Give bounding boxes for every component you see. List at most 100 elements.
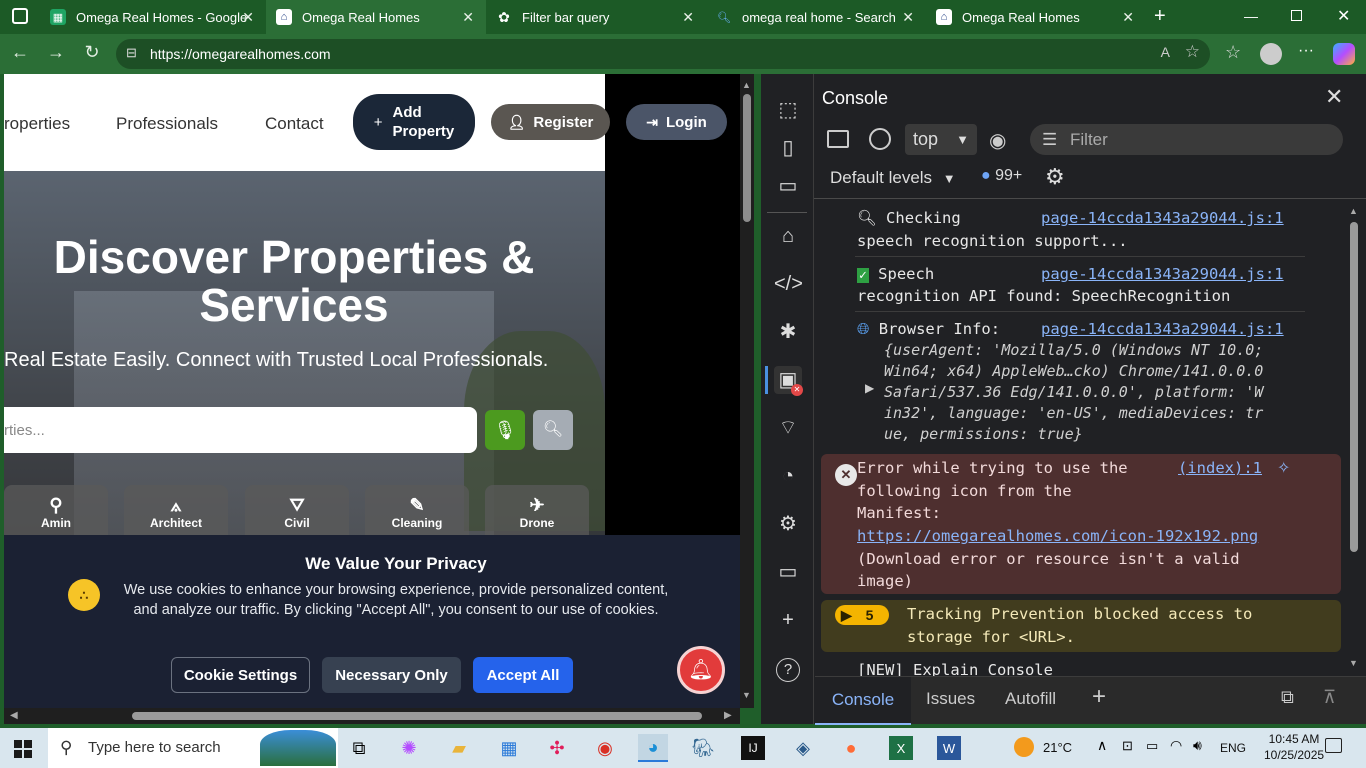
network-wifi-icon[interactable]: ⌔ bbox=[774, 414, 802, 442]
favorites-icon[interactable]: ☆ bbox=[1225, 42, 1241, 63]
nav-professionals[interactable]: Professionals bbox=[116, 114, 218, 134]
postman-icon[interactable]: ● bbox=[836, 734, 866, 762]
clear-console-icon[interactable] bbox=[869, 128, 891, 150]
help-icon[interactable]: ? bbox=[776, 658, 800, 682]
close-tab-icon[interactable]: ✕ bbox=[462, 9, 474, 26]
word-icon[interactable]: W bbox=[937, 736, 961, 760]
tray-chevron-icon[interactable]: ∧ bbox=[1097, 737, 1107, 754]
task-view-icon[interactable]: ⧉ bbox=[344, 734, 374, 762]
store-icon[interactable]: ▦ bbox=[494, 734, 524, 762]
drawer-tab-console[interactable]: Console bbox=[815, 677, 911, 725]
forward-icon[interactable]: → bbox=[42, 42, 70, 63]
dock-drawer-icon[interactable]: ⧉ bbox=[1281, 687, 1294, 708]
necessary-only-button[interactable]: Necessary Only bbox=[322, 657, 461, 693]
more-tools-icon[interactable]: + bbox=[774, 606, 802, 634]
profile-avatar[interactable] bbox=[1260, 43, 1282, 65]
log-source-link[interactable]: page-14ccda1343a29044.js:1 bbox=[1041, 263, 1284, 285]
windows-start-icon[interactable] bbox=[14, 740, 32, 758]
error-source-link[interactable]: (index):1 bbox=[1178, 457, 1262, 479]
h-scroll-thumb[interactable] bbox=[132, 712, 702, 720]
sidebar-toggle-icon[interactable] bbox=[827, 130, 849, 148]
console-scroll-thumb[interactable] bbox=[1350, 222, 1358, 552]
taskbar-search-box[interactable]: ⚲ Type here to search bbox=[48, 728, 338, 768]
postgres-icon[interactable]: 🐘︎ bbox=[688, 734, 718, 762]
register-button[interactable]: 👤︎ Register bbox=[491, 104, 610, 140]
log-source-link[interactable]: page-14ccda1343a29044.js:1 bbox=[1041, 318, 1284, 340]
copilot-icon[interactable] bbox=[1333, 43, 1355, 65]
scroll-down-arrow[interactable]: ▼ bbox=[742, 690, 751, 700]
copilot-explain-icon[interactable]: ✧ bbox=[1277, 458, 1290, 478]
panel-icon[interactable]: ▭ bbox=[774, 172, 802, 200]
scroll-thumb[interactable] bbox=[743, 94, 751, 222]
copilot-app-icon[interactable]: ✺ bbox=[394, 734, 424, 762]
collapse-drawer-icon[interactable]: ⊼ bbox=[1323, 687, 1336, 708]
browser-tab-active[interactable]: ⌂ Omega Real Homes ✕ bbox=[266, 0, 486, 34]
drawer-tab-autofill[interactable]: Autofill bbox=[1005, 689, 1056, 709]
close-tab-icon[interactable]: ✕ bbox=[902, 9, 914, 26]
site-info-icon[interactable]: ⊟ bbox=[126, 45, 137, 61]
console-settings-gear-icon[interactable]: ⚙ bbox=[1045, 164, 1065, 190]
favorite-star-icon[interactable]: ☆ bbox=[1185, 42, 1200, 62]
slack-icon[interactable]: ✣ bbox=[542, 734, 572, 762]
tab-actions-icon[interactable] bbox=[12, 8, 28, 24]
battery-icon[interactable]: ▭ bbox=[1146, 738, 1158, 754]
scroll-left-arrow[interactable]: ◀ bbox=[10, 710, 18, 721]
close-tab-icon[interactable]: ✕ bbox=[1122, 9, 1134, 26]
error-url-link[interactable]: https://omegarealhomes.com/icon-192x192.… bbox=[857, 525, 1258, 547]
new-tab-icon[interactable]: + bbox=[1154, 5, 1166, 28]
add-property-button[interactable]: + Add Property bbox=[353, 94, 475, 150]
page-vertical-scrollbar[interactable]: ▲ ▼ bbox=[740, 74, 754, 708]
context-select[interactable]: top ▼ bbox=[905, 124, 977, 155]
debug-bug-icon[interactable]: ✱ bbox=[774, 318, 802, 346]
close-tab-icon[interactable]: ✕ bbox=[682, 9, 694, 26]
warning-group-badge[interactable]: ▶ 5 bbox=[835, 605, 889, 625]
wifi-icon[interactable]: ◠ bbox=[1170, 737, 1182, 754]
chrome-icon[interactable]: ◉ bbox=[590, 734, 620, 762]
browser-tab[interactable]: ⌂ Omega Real Homes ✕ bbox=[926, 0, 1146, 34]
scroll-up-arrow[interactable]: ▲ bbox=[1349, 206, 1358, 216]
drawer-tab-issues[interactable]: Issues bbox=[926, 689, 975, 709]
log-source-link[interactable]: page-14ccda1343a29044.js:1 bbox=[1041, 207, 1284, 229]
nav-properties[interactable]: roperties bbox=[4, 114, 70, 134]
add-drawer-tab-icon[interactable]: + bbox=[1092, 683, 1106, 711]
restore-icon[interactable] bbox=[1291, 10, 1302, 21]
nav-contact[interactable]: Contact bbox=[265, 114, 324, 134]
refresh-icon[interactable]: ↻ bbox=[78, 42, 106, 63]
url-field[interactable]: ⊟ https://omegarealhomes.com A ☆ bbox=[116, 39, 1210, 69]
excel-icon[interactable]: X bbox=[889, 736, 913, 760]
welcome-home-icon[interactable]: ⌂ bbox=[774, 222, 802, 250]
scroll-down-arrow[interactable]: ▼ bbox=[1349, 658, 1358, 668]
volume-icon[interactable]: 🔊︎ bbox=[1193, 737, 1202, 754]
back-icon[interactable]: ← bbox=[6, 42, 34, 63]
cookie-settings-button[interactable]: Cookie Settings bbox=[171, 657, 310, 693]
scroll-right-arrow[interactable]: ▶ bbox=[724, 710, 732, 721]
temperature[interactable]: 21°C bbox=[1043, 740, 1072, 755]
clock[interactable]: 10:45 AM 10/25/2025 bbox=[1264, 731, 1324, 763]
settings-chip-icon[interactable]: ⚙ bbox=[774, 510, 802, 538]
read-aloud-icon[interactable]: A bbox=[1161, 44, 1170, 60]
close-devtools-icon[interactable]: ✕ bbox=[1325, 84, 1343, 110]
login-button[interactable]: ⇥ Login bbox=[626, 104, 727, 140]
property-search-input[interactable]: rties... bbox=[4, 407, 477, 453]
log-levels-select[interactable]: Default levels ▼ bbox=[830, 168, 956, 188]
intellij-icon[interactable]: IJ bbox=[741, 736, 765, 760]
expand-triangle-icon[interactable]: ▶ bbox=[865, 381, 874, 395]
notification-bell-button[interactable]: 🔔︎ bbox=[677, 646, 725, 694]
performance-icon[interactable]: ◔ bbox=[774, 462, 802, 490]
minimize-icon[interactable]: — bbox=[1244, 8, 1258, 24]
browser-tab[interactable]: 🔍︎ omega real home - Search ✕ bbox=[706, 0, 926, 34]
edge-icon[interactable]: ◕ bbox=[638, 734, 668, 762]
filter-input[interactable]: ☰ Filter bbox=[1030, 124, 1343, 155]
search-button[interactable]: 🔍︎ bbox=[533, 410, 573, 450]
more-menu-icon[interactable]: ··· bbox=[1298, 42, 1314, 60]
close-window-icon[interactable]: ✕ bbox=[1337, 6, 1350, 26]
browser-tab[interactable]: ▦ Omega Real Homes - Google ✕ bbox=[40, 0, 266, 34]
console-scrollbar[interactable]: ▲ ▼ bbox=[1347, 206, 1361, 672]
network-tool-icon[interactable]: ◈ bbox=[788, 734, 818, 762]
voice-search-button[interactable]: 🎙︎ bbox=[485, 410, 525, 450]
issues-count[interactable]: ● 99+ bbox=[981, 167, 1022, 185]
device-emulation-icon[interactable]: ▯ bbox=[774, 134, 802, 162]
inspect-icon[interactable]: ⬚ bbox=[774, 96, 802, 124]
scroll-up-arrow[interactable]: ▲ bbox=[742, 80, 751, 90]
explain-console-line[interactable]: [NEW] Explain Console bbox=[857, 659, 1053, 677]
